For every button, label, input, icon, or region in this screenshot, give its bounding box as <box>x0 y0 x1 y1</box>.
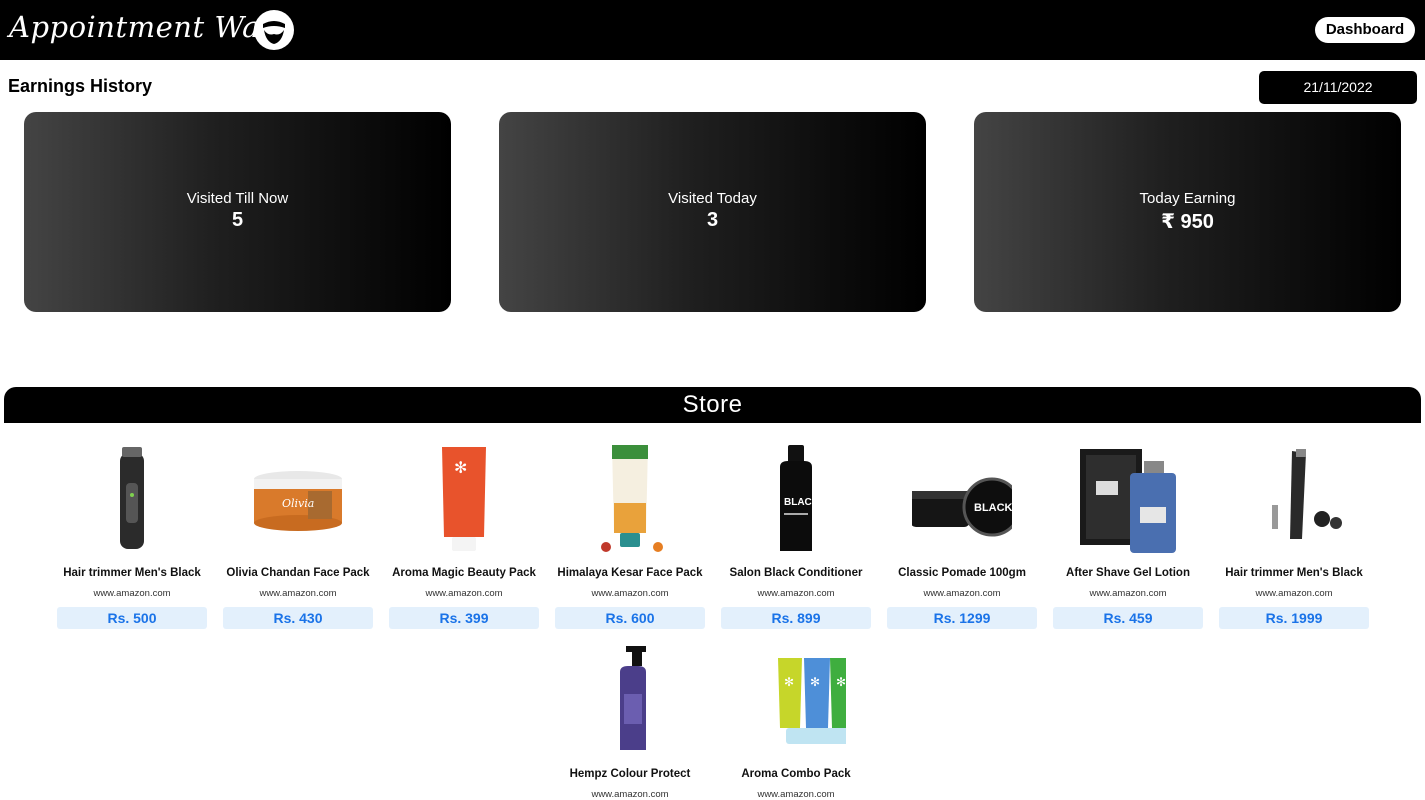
product-name: Hair trimmer Men's Black <box>1225 567 1363 579</box>
product-price-button[interactable]: Rs. 600 <box>555 607 705 629</box>
pump-bottle-icon <box>580 644 680 756</box>
product-source: www.amazon.com <box>757 588 835 599</box>
product-price-button[interactable]: Rs. 500 <box>57 607 207 629</box>
stat-card-visited-today: Visited Today 3 <box>499 112 926 312</box>
product-price-button[interactable]: Rs. 430 <box>223 607 373 629</box>
product-price-button[interactable]: Rs. 899 <box>721 607 871 629</box>
product-name: Aroma Combo Pack <box>741 768 851 780</box>
product-name: After Shave Gel Lotion <box>1066 567 1190 579</box>
svg-text:BLACK: BLACK <box>784 497 820 508</box>
svg-text:✻: ✻ <box>454 460 467 477</box>
jar-icon: Olivia <box>248 443 348 555</box>
stat-label: Visited Today <box>668 190 757 207</box>
brand-title[interactable]: Appointment Wale <box>9 10 287 44</box>
product-source: www.amazon.com <box>591 588 669 599</box>
svg-text:✻: ✻ <box>810 675 820 689</box>
product-source: www.amazon.com <box>1255 588 1333 599</box>
stat-card-visited-total: Visited Till Now 5 <box>24 112 451 312</box>
svg-text:✻: ✻ <box>836 675 846 689</box>
earnings-history-heading: Earnings History <box>8 76 153 96</box>
stat-value: ₹ 950 <box>1161 211 1214 233</box>
top-navbar: Appointment Wale Dashboard <box>0 0 1425 60</box>
product-price-button[interactable]: Rs. 399 <box>389 607 539 629</box>
product-name: Olivia Chandan Face Pack <box>226 567 370 579</box>
product-name: Classic Pomade 100gm <box>898 567 1026 579</box>
trimmer-icon <box>82 443 182 555</box>
tube-icon <box>580 443 680 555</box>
stat-card-today-earning: Today Earning ₹ 950 <box>974 112 1401 312</box>
stat-label: Today Earning <box>1139 190 1236 207</box>
product-source: www.amazon.com <box>1089 588 1167 599</box>
pomade-icon: BLACK <box>910 443 1022 555</box>
product-name: Salon Black Conditioner <box>729 567 863 579</box>
trimmer-icon <box>1244 443 1344 555</box>
product-name: Himalaya Kesar Face Pack <box>557 567 703 579</box>
dashboard-button[interactable]: Dashboard <box>1315 17 1415 43</box>
product-source: www.amazon.com <box>757 789 835 800</box>
date-picker[interactable]: 21/11/2022 <box>1259 71 1417 104</box>
product-source: www.amazon.com <box>425 588 503 599</box>
product-name: Hempz Colour Protect <box>569 768 691 780</box>
product-source: www.amazon.com <box>923 588 1001 599</box>
product-name: Hair trimmer Men's Black <box>63 567 201 579</box>
product-source: www.amazon.com <box>93 588 171 599</box>
product-name: Aroma Magic Beauty Pack <box>392 567 536 579</box>
product-price-button[interactable]: Rs. 459 <box>1053 607 1203 629</box>
beard-logo-icon <box>254 10 294 50</box>
stat-label: Visited Till Now <box>186 190 289 207</box>
product-price-button[interactable]: Rs. 1999 <box>1219 607 1369 629</box>
tube-icon: ✻ <box>414 443 514 555</box>
combo-tubes-icon: ✻ ✻ ✻ <box>746 644 858 756</box>
stat-value: 5 <box>231 209 244 231</box>
stat-value: 3 <box>706 209 719 231</box>
product-price-button[interactable]: Rs. 1299 <box>887 607 1037 629</box>
svg-text:Olivia: Olivia <box>282 497 314 510</box>
perfume-icon <box>1078 443 1178 555</box>
product-source: www.amazon.com <box>591 789 669 800</box>
bottle-icon: BLACK <box>746 443 846 555</box>
product-source: www.amazon.com <box>259 588 337 599</box>
store-heading: Store <box>4 387 1421 423</box>
svg-text:✻: ✻ <box>784 675 794 689</box>
svg-text:BLACK: BLACK <box>974 502 1012 514</box>
